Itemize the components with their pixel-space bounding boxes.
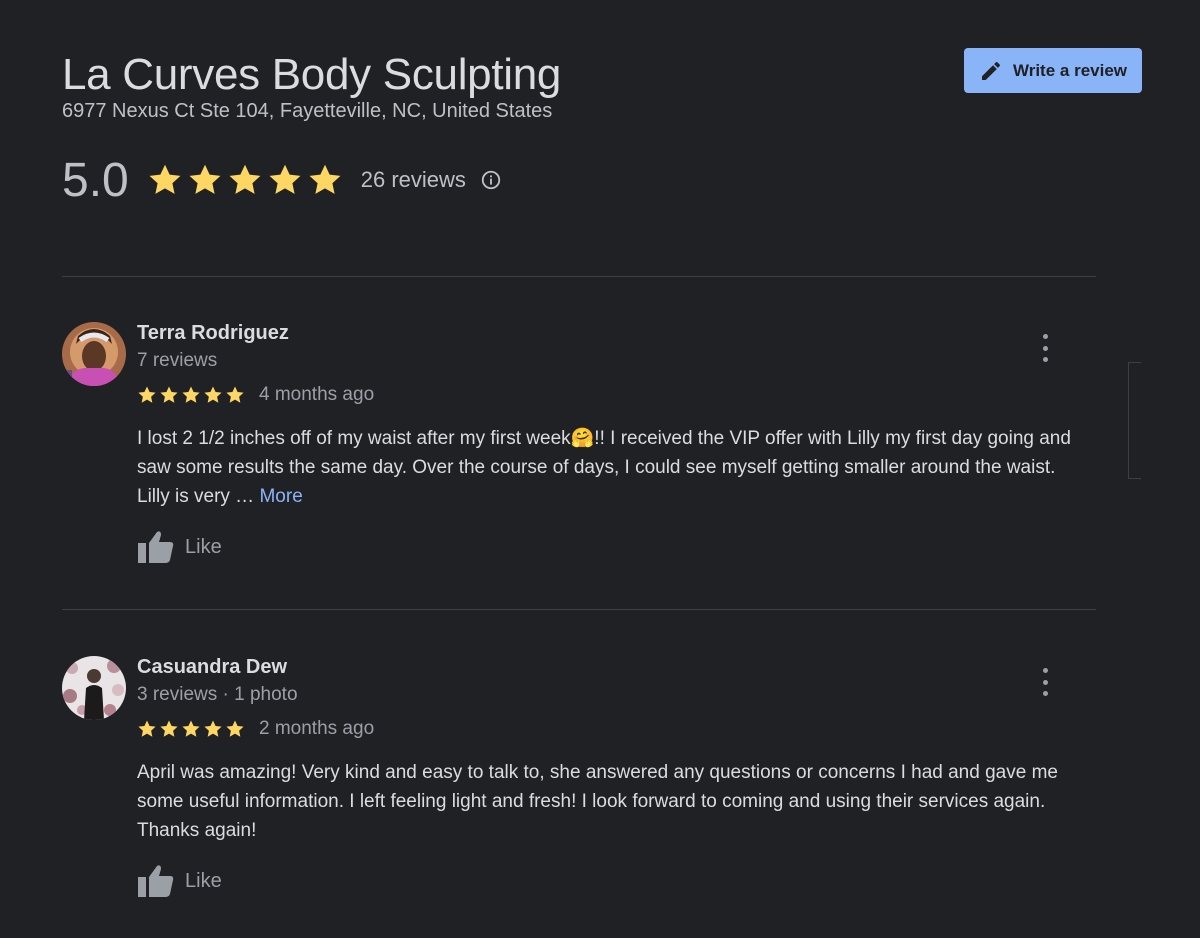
star-icon xyxy=(226,720,244,737)
business-address: 6977 Nexus Ct Ste 104, Fayetteville, NC,… xyxy=(62,100,553,122)
review-date: 4 months ago xyxy=(259,384,375,405)
avatar[interactable] xyxy=(62,322,126,386)
overall-rating: 5.0 26 reviews xyxy=(62,150,502,210)
pencil-icon xyxy=(979,59,1003,83)
review-count: 26 reviews xyxy=(360,167,466,192)
more-vert-icon[interactable] xyxy=(1035,334,1055,362)
star-icon xyxy=(138,720,156,737)
review-date: 2 months ago xyxy=(259,718,375,739)
review-card: Casuandra Dew 3 reviews · 1 photo 2 mont… xyxy=(62,656,1096,916)
star-icon xyxy=(204,386,222,403)
star-icon xyxy=(160,720,178,737)
more-link[interactable]: More xyxy=(259,486,302,507)
star-icon xyxy=(204,720,222,737)
more-vert-icon[interactable] xyxy=(1035,668,1055,696)
review-text: April was amazing! Very kind and easy to… xyxy=(137,762,1058,841)
write-review-label: Write a review xyxy=(1012,60,1128,80)
star-icon xyxy=(269,164,301,194)
business-name: La Curves Body Sculpting xyxy=(62,50,562,99)
star-icon xyxy=(309,164,341,194)
star-icon xyxy=(229,164,261,194)
like-button[interactable]: Like xyxy=(137,864,222,898)
star-icon xyxy=(226,386,244,403)
divider xyxy=(62,609,1096,610)
like-label: Like xyxy=(185,869,222,892)
like-label: Like xyxy=(185,535,222,558)
star-icon xyxy=(182,386,200,403)
reviewer-name[interactable]: Casuandra Dew xyxy=(137,656,287,679)
rating-stars xyxy=(147,162,343,198)
scrollbar[interactable] xyxy=(1128,362,1141,479)
rating-score: 5.0 xyxy=(62,153,129,207)
like-button[interactable]: Like xyxy=(137,530,222,564)
review-text: I lost 2 1/2 inches off of my waist afte… xyxy=(137,424,1087,511)
review-rating: 2 months ago xyxy=(137,718,374,740)
reviews-panel: La Curves Body Sculpting 6977 Nexus Ct S… xyxy=(0,0,1200,938)
reviewer-meta: 3 reviews · 1 photo xyxy=(137,684,298,705)
divider xyxy=(62,276,1096,277)
review-rating: 4 months ago xyxy=(137,384,374,406)
star-icon xyxy=(189,164,221,194)
star-icon xyxy=(149,164,181,194)
review-card: Terra Rodriguez 7 reviews 4 months ago I… xyxy=(62,322,1096,582)
star-icon xyxy=(160,386,178,403)
thumbs-up-icon xyxy=(138,531,174,563)
write-review-button[interactable]: Write a review xyxy=(964,48,1142,93)
info-icon[interactable] xyxy=(480,169,502,191)
star-icon xyxy=(182,720,200,737)
reviewer-meta: 7 reviews xyxy=(137,350,218,371)
star-icon xyxy=(138,386,156,403)
reviewer-name[interactable]: Terra Rodriguez xyxy=(137,322,289,345)
thumbs-up-icon xyxy=(138,865,174,897)
avatar[interactable] xyxy=(62,656,126,720)
